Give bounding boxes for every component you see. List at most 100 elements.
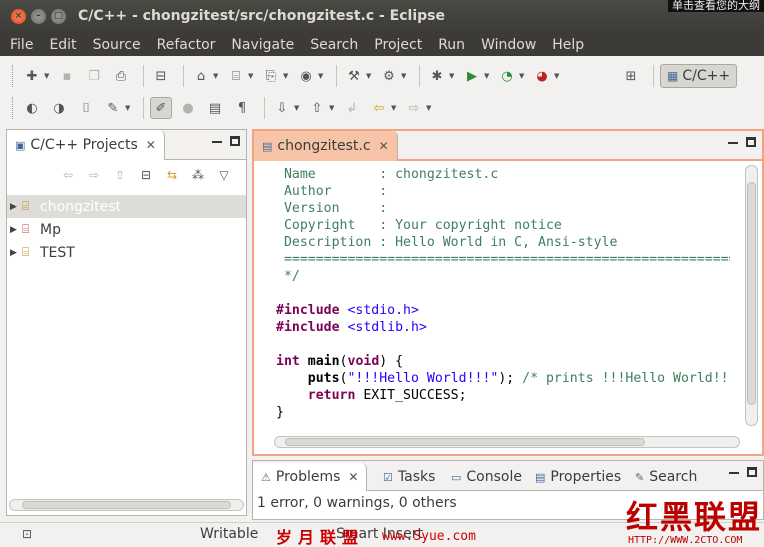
code-line[interactable]: puts("!!!Hello World!!!"); /* prints !!!… xyxy=(276,370,730,387)
code-line[interactable] xyxy=(276,285,730,302)
scrollbar-thumb[interactable] xyxy=(22,501,231,509)
window-maximize-button[interactable]: □ xyxy=(51,9,66,24)
tab-tasks[interactable]: ☑ Tasks xyxy=(375,463,443,491)
tab-chongzitest-c[interactable]: ▤ chongzitest.c ✕ xyxy=(254,131,398,161)
code-line[interactable]: ========================================… xyxy=(276,251,730,268)
menu-run[interactable]: Run xyxy=(430,37,473,53)
forward-icon[interactable]: ⇨ xyxy=(403,97,425,119)
chevron-down-icon[interactable]: ▼ xyxy=(294,104,300,112)
code-line[interactable]: return EXIT_SUCCESS; xyxy=(276,387,730,404)
menu-project[interactable]: Project xyxy=(366,37,430,53)
mark-occurrences-icon[interactable]: ✐ xyxy=(150,97,172,119)
tab-console[interactable]: ▭ Console xyxy=(443,463,530,491)
menu-edit[interactable]: Edit xyxy=(41,37,84,53)
view-menu-icon[interactable]: ▽ xyxy=(214,165,234,185)
code-line[interactable]: Copyright : Your copyright notice xyxy=(276,217,730,234)
code-line[interactable] xyxy=(276,336,730,353)
chevron-down-icon[interactable]: ▼ xyxy=(484,72,490,80)
chevron-down-icon[interactable]: ▼ xyxy=(426,104,432,112)
chevron-down-icon[interactable]: ▼ xyxy=(449,72,455,80)
chevron-down-icon[interactable]: ▼ xyxy=(366,72,372,80)
new-file-icon[interactable]: ⎘ xyxy=(260,65,282,87)
menu-navigate[interactable]: Navigate xyxy=(223,37,302,53)
window-minimize-button[interactable]: – xyxy=(31,9,46,24)
close-icon[interactable]: ✕ xyxy=(146,138,156,152)
open-element-icon[interactable]: ◑ xyxy=(48,97,70,119)
expand-arrow-icon[interactable]: ▶ xyxy=(10,202,22,212)
menu-help[interactable]: Help xyxy=(544,37,592,53)
save-all-icon[interactable]: ❐ xyxy=(83,65,105,87)
tree-item-chongzitest[interactable]: ▶ ⌸ chongzitest xyxy=(7,195,246,218)
external-tools-icon[interactable]: ◕ xyxy=(531,65,553,87)
run-icon[interactable]: ▶ xyxy=(461,65,483,87)
debug-icon[interactable]: ✱ xyxy=(426,65,448,87)
chevron-down-icon[interactable]: ▼ xyxy=(125,104,131,112)
back-icon[interactable]: ⇦ xyxy=(58,165,78,185)
filter-icon[interactable]: ⁂ xyxy=(188,165,208,185)
up-icon[interactable]: ⇧ xyxy=(110,165,130,185)
menu-file[interactable]: File xyxy=(2,37,41,53)
code-line[interactable]: Name : chongzitest.c xyxy=(276,166,730,183)
horizontal-scrollbar[interactable] xyxy=(274,436,740,448)
forward-icon[interactable]: ⇨ xyxy=(84,165,104,185)
open-folder-icon[interactable]: ⌷ xyxy=(75,97,97,119)
vertical-scrollbar[interactable] xyxy=(745,165,758,426)
new-project-icon[interactable]: ⌂ xyxy=(190,65,212,87)
chevron-down-icon[interactable]: ▼ xyxy=(554,72,560,80)
minimize-icon[interactable] xyxy=(212,141,222,143)
toggle-highlight-icon[interactable]: ● xyxy=(177,97,199,119)
tab-properties[interactable]: ▤ Properties xyxy=(527,463,629,491)
expand-arrow-icon[interactable]: ▶ xyxy=(10,248,22,258)
open-type-icon[interactable]: ◐ xyxy=(21,97,43,119)
chevron-down-icon[interactable]: ▼ xyxy=(248,72,254,80)
tab-cpp-projects[interactable]: ▣ C/C++ Projects ✕ xyxy=(7,130,165,160)
chevron-down-icon[interactable]: ▼ xyxy=(519,72,525,80)
maximize-icon[interactable] xyxy=(230,136,240,146)
code-line[interactable]: Version : xyxy=(276,200,730,217)
code-line[interactable]: Author : xyxy=(276,183,730,200)
code-editor[interactable]: Name : chongzitest.c Author : Version : … xyxy=(276,166,730,432)
open-perspective-icon[interactable]: ⊞ xyxy=(620,65,642,87)
menu-source[interactable]: Source xyxy=(85,37,149,53)
code-line[interactable]: #include <stdlib.h> xyxy=(276,319,730,336)
next-annotation-icon[interactable]: ⇩ xyxy=(271,97,293,119)
close-icon[interactable]: ✕ xyxy=(348,470,358,484)
code-line[interactable]: */ xyxy=(276,268,730,285)
build-icon[interactable]: ⚒ xyxy=(343,65,365,87)
chevron-down-icon[interactable]: ▼ xyxy=(213,72,219,80)
code-line[interactable]: Description : Hello World in C, Ansi-sty… xyxy=(276,234,730,251)
scrollbar-thumb[interactable] xyxy=(285,438,645,446)
code-line[interactable]: int main(void) { xyxy=(276,353,730,370)
minimize-icon[interactable] xyxy=(728,142,738,144)
tab-search[interactable]: ✎ Search xyxy=(627,463,705,491)
fast-view-icon[interactable]: ⊡ xyxy=(22,527,32,541)
binary-icon[interactable]: ⊟ xyxy=(150,65,172,87)
perspective-cpp-button[interactable]: ▦ C/C++ xyxy=(660,64,738,88)
menu-window[interactable]: Window xyxy=(473,37,544,53)
expand-arrow-icon[interactable]: ▶ xyxy=(10,225,22,235)
horizontal-scrollbar[interactable] xyxy=(9,499,244,511)
print-icon[interactable]: ⎙ xyxy=(110,65,132,87)
code-line[interactable]: } xyxy=(276,404,730,421)
scrollbar-thumb[interactable] xyxy=(747,182,756,405)
previous-annotation-icon[interactable]: ⇧ xyxy=(306,97,328,119)
window-close-button[interactable]: × xyxy=(11,9,26,24)
close-icon[interactable]: ✕ xyxy=(379,139,389,153)
build-config-icon[interactable]: ⚙ xyxy=(378,65,400,87)
back-icon[interactable]: ⇦ xyxy=(368,97,390,119)
new-folder-icon[interactable]: ⌸ xyxy=(225,65,247,87)
search-icon[interactable]: ✎ xyxy=(102,97,124,119)
maximize-icon[interactable] xyxy=(746,137,756,147)
chevron-down-icon[interactable]: ▼ xyxy=(329,104,335,112)
show-whitespace-icon[interactable]: ¶ xyxy=(231,97,253,119)
chevron-down-icon[interactable]: ▼ xyxy=(318,72,324,80)
maximize-icon[interactable] xyxy=(747,467,757,477)
save-icon[interactable]: ▪ xyxy=(56,65,78,87)
chevron-down-icon[interactable]: ▼ xyxy=(401,72,407,80)
chevron-down-icon[interactable]: ▼ xyxy=(44,72,50,80)
tree-item-mp[interactable]: ▶ ⌸ Mp xyxy=(7,218,246,241)
tree-item-test[interactable]: ▶ ⌸ TEST xyxy=(7,241,246,264)
minimize-icon[interactable] xyxy=(729,472,739,474)
chevron-down-icon[interactable]: ▼ xyxy=(283,72,289,80)
code-line[interactable]: #include <stdio.h> xyxy=(276,302,730,319)
